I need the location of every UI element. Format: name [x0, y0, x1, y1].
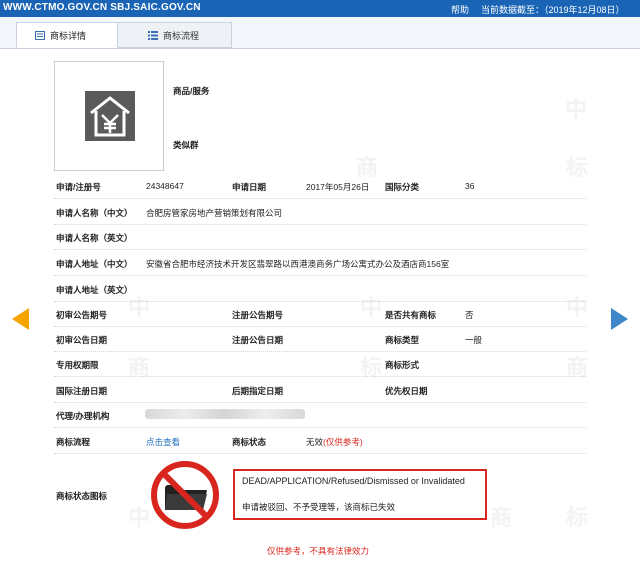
applicant-cn-label: 申请人名称（中文）	[56, 208, 133, 218]
help-link[interactable]: 帮助	[451, 3, 469, 16]
mark-type-value: 一般	[465, 335, 483, 345]
priority-date-label: 优先权日期	[385, 386, 428, 396]
divider	[54, 249, 586, 250]
status-icon-label: 商标状态图标	[56, 491, 108, 501]
applicant-cn-value: 合肥房管家房地产营销策划有限公司	[146, 208, 283, 218]
divider	[54, 376, 586, 377]
intl-class-label: 国际分类	[385, 182, 420, 192]
divider	[54, 224, 586, 225]
tab-trademark-process[interactable]: 商标流程	[118, 22, 232, 48]
later-designation-label: 后期指定日期	[232, 386, 284, 396]
status-label: 商标状态	[232, 437, 267, 447]
intl-reg-date-label: 国际注册日期	[56, 386, 108, 396]
divider	[54, 402, 586, 403]
document-icon	[35, 31, 45, 40]
status-description-en: DEAD/APPLICATION/Refused/Dismissed or In…	[242, 476, 465, 486]
shared-label: 是否共有商标	[385, 310, 437, 320]
shared-value: 否	[465, 310, 474, 320]
divider	[54, 427, 586, 428]
tab-bar: 商标详情 商标流程	[0, 17, 640, 49]
status-description-cn: 申请被驳回、不予受理等，该商标已失效	[242, 502, 396, 512]
divider	[54, 326, 586, 327]
tab-label: 商标流程	[163, 31, 200, 41]
reg-no-value: 24348647	[146, 181, 184, 191]
reg-pub-no-label: 注册公告期号	[232, 310, 284, 320]
address-cn-value: 安徽省合肥市经济技术开发区翡翠路以西港澳商务广场公寓式办公及酒店商156室	[146, 259, 450, 269]
prelim-pub-date-label: 初审公告日期	[56, 335, 108, 345]
address-cn-label: 申请人地址（中文）	[56, 259, 133, 269]
similar-group-label: 类似群	[173, 140, 199, 150]
exclusive-period-label: 专用权期限	[56, 360, 99, 370]
prelim-pub-no-label: 初审公告期号	[56, 310, 108, 320]
house-yen-icon	[85, 91, 135, 141]
list-icon	[148, 31, 158, 40]
legal-disclaimer: 仅供参考，不具有法律效力	[267, 546, 370, 556]
tab-trademark-details[interactable]: 商标详情	[16, 22, 118, 48]
trademark-image	[54, 61, 164, 171]
applicant-en-label: 申请人名称（英文）	[56, 233, 133, 243]
intl-class-value: 36	[465, 181, 475, 191]
divider	[54, 351, 586, 352]
process-view-link[interactable]: 点击查看	[146, 436, 180, 448]
status-note: (仅供参考)	[323, 437, 363, 447]
reg-no-label: 申请/注册号	[56, 182, 101, 192]
top-bar: WWW.CTMO.GOV.CN SBJ.SAIC.GOV.CN 帮助 当前数据截…	[0, 0, 640, 17]
status-description-box: DEAD/APPLICATION/Refused/Dismissed or In…	[233, 469, 487, 520]
status-value: 无效(仅供参考)	[306, 437, 363, 447]
tab-label: 商标详情	[50, 31, 87, 41]
mark-form-label: 商标形式	[385, 360, 420, 370]
divider	[54, 301, 586, 302]
agent-value-redacted	[145, 409, 305, 419]
divider	[54, 453, 586, 454]
app-date-value: 2017年05月26日	[306, 182, 370, 192]
prohibited-folder-icon	[151, 461, 219, 529]
goods-services-label: 商品/服务	[173, 86, 210, 96]
site-url[interactable]: WWW.CTMO.GOV.CN SBJ.SAIC.GOV.CN	[3, 2, 201, 13]
app-date-label: 申请日期	[232, 182, 267, 192]
reg-pub-date-label: 注册公告日期	[232, 335, 284, 345]
data-as-of-label: 当前数据截至：（2019年12月08日）	[481, 5, 625, 15]
mark-type-label: 商标类型	[385, 335, 420, 345]
agent-label: 代理/办理机构	[56, 411, 110, 421]
process-label: 商标流程	[56, 437, 91, 447]
divider	[54, 198, 586, 199]
next-arrow-icon[interactable]	[611, 308, 628, 330]
prev-arrow-icon[interactable]	[12, 308, 29, 330]
address-en-label: 申请人地址（英文）	[56, 285, 133, 295]
divider	[54, 275, 586, 276]
